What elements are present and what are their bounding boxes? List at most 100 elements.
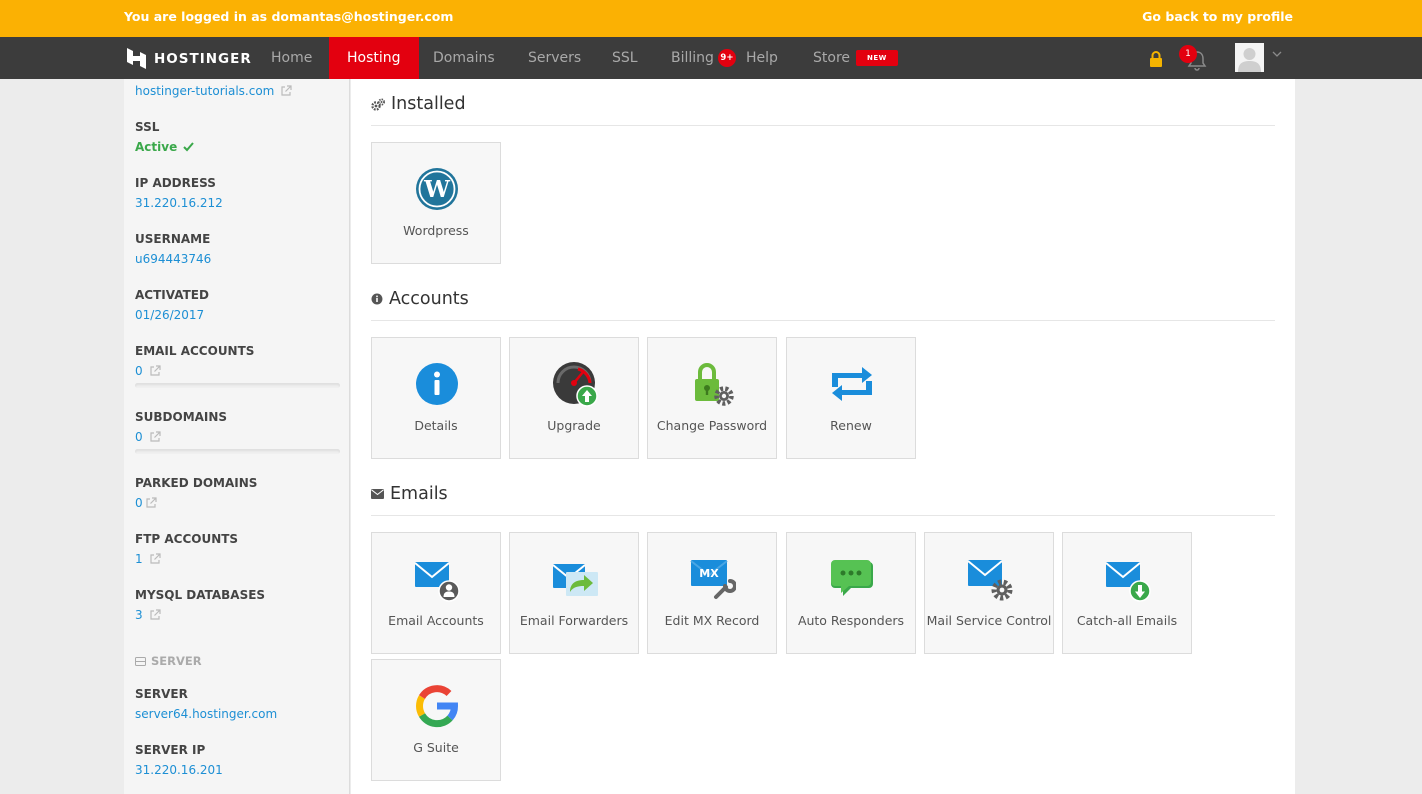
activated-value: 01/26/2017 [135, 308, 205, 322]
email-gear-icon [967, 560, 1013, 601]
email-usage-bar [135, 383, 340, 388]
billing-badge: 9+ [717, 49, 736, 67]
chevron-down-icon[interactable] [1272, 51, 1282, 58]
wordpress-label: Wordpress [403, 223, 469, 238]
nav-store-label: Store [813, 50, 851, 66]
email-accounts-link[interactable]: 0 [135, 363, 254, 379]
external-link-icon [281, 85, 292, 96]
checkmark-icon [183, 142, 194, 152]
logged-in-message: You are logged in as domantas@hostinger.… [124, 9, 454, 24]
g-suite-label: G Suite [413, 740, 459, 755]
server-label: SERVER [135, 687, 188, 701]
avatar[interactable] [1235, 43, 1264, 72]
mail-service-control-tile[interactable]: Mail Service Control [924, 532, 1054, 654]
ftp-accounts-link[interactable]: 1 [135, 551, 238, 567]
details-tile[interactable]: Details [371, 337, 501, 459]
nav-servers[interactable]: Servers [528, 37, 581, 79]
change-password-label: Change Password [656, 418, 768, 433]
mysql-databases-link[interactable]: 3 [135, 607, 265, 623]
parked-domains-link[interactable]: 0 [135, 495, 257, 511]
ssl-status-text: Active [135, 140, 178, 154]
nav-hosting[interactable]: Hosting [329, 37, 419, 85]
g-suite-tile[interactable]: G Suite [371, 659, 501, 781]
email-user-icon [414, 562, 460, 602]
hostinger-logo[interactable]: HOSTINGER [127, 48, 252, 69]
user-avatar-icon [1235, 43, 1264, 72]
parked-domains-count: 0 [135, 496, 143, 510]
back-to-profile-link[interactable]: Go back to my profile [1142, 9, 1293, 24]
server-value: server64.hostinger.com [135, 707, 278, 721]
envelope-icon [371, 489, 384, 499]
external-link-icon [150, 431, 161, 442]
ip-address-value: 31.220.16.212 [135, 196, 223, 210]
speedometer-upgrade-icon [553, 362, 598, 407]
info-circle-icon [371, 293, 383, 305]
svg-text:W: W [423, 176, 451, 203]
edit-mx-record-tile[interactable]: MX Edit MX Record [647, 532, 777, 654]
wordpress-icon: W [416, 168, 458, 210]
mysql-databases-count: 3 [135, 608, 143, 622]
accounts-title: Accounts [389, 289, 469, 309]
ssl-status: Active [135, 139, 194, 155]
subdomains-count: 0 [135, 430, 143, 444]
email-accounts-tile-label: Email Accounts [388, 613, 484, 628]
mysql-databases-label: MYSQL DATABASES [135, 588, 266, 602]
nav-domains[interactable]: Domains [433, 37, 495, 79]
info-icon [416, 363, 458, 405]
emails-section-header: Emails [371, 473, 1275, 516]
server-ip-value: 31.220.16.201 [135, 763, 223, 777]
mx-wrench-icon: MX [690, 560, 736, 599]
wordpress-tile[interactable]: W Wordpress [371, 142, 501, 264]
email-accounts-count: 0 [135, 364, 143, 378]
nav-store[interactable]: Store NEW [813, 37, 898, 79]
hosting-info-sidebar: hostinger-tutorials.com SSL Active IP AD… [124, 79, 350, 794]
padlock-gear-icon [695, 363, 734, 406]
change-password-tile[interactable]: Change Password [647, 337, 777, 459]
lock-icon[interactable] [1149, 51, 1163, 67]
ftp-accounts-count: 1 [135, 552, 143, 566]
impersonation-banner: You are logged in as domantas@hostinger.… [0, 0, 1422, 37]
google-g-icon [416, 685, 458, 728]
auto-responders-tile[interactable]: Auto Responders [786, 532, 916, 654]
gears-icon [371, 98, 385, 111]
notification-count-badge: 1 [1179, 45, 1197, 63]
email-accounts-label: EMAIL ACCOUNTS [135, 344, 255, 358]
server-ip-label: SERVER IP [135, 743, 206, 757]
nav-help[interactable]: Help [746, 37, 778, 79]
external-link-icon [150, 553, 161, 564]
nav-ssl[interactable]: SSL [612, 37, 638, 79]
main-content: Installed W Wordpress Accounts Details U… [351, 79, 1295, 794]
hostinger-logo-icon [127, 48, 146, 69]
nav-billing-label: Billing [671, 50, 714, 66]
renew-tile[interactable]: Renew [786, 337, 916, 459]
subdomains-link[interactable]: 0 [135, 429, 227, 445]
nav-billing[interactable]: Billing 9+ [671, 37, 736, 79]
chat-bubble-icon [831, 560, 873, 596]
catch-all-emails-label: Catch-all Emails [1076, 613, 1178, 628]
accounts-section-header: Accounts [371, 278, 1275, 321]
mx-badge-text: MX [699, 567, 719, 580]
username-value: u694443746 [135, 252, 212, 266]
ip-address-label: IP ADDRESS [135, 176, 216, 190]
email-forward-icon [552, 564, 598, 596]
top-navigation: HOSTINGER Home Hosting Domains Servers S… [0, 37, 1422, 85]
upgrade-tile[interactable]: Upgrade [509, 337, 639, 459]
parked-domains-label: PARKED DOMAINS [135, 476, 258, 490]
external-link-icon [146, 497, 157, 508]
details-label: Details [414, 418, 458, 433]
email-download-icon [1105, 562, 1151, 602]
domain-link[interactable]: hostinger-tutorials.com [135, 83, 292, 99]
auto-responders-label: Auto Responders [797, 613, 905, 628]
catch-all-emails-tile[interactable]: Catch-all Emails [1062, 532, 1192, 654]
nav-home[interactable]: Home [271, 37, 312, 79]
server-icon [135, 656, 146, 666]
store-new-badge: NEW [856, 50, 898, 66]
edit-mx-record-label: Edit MX Record [664, 613, 760, 628]
email-accounts-tile[interactable]: Email Accounts [371, 532, 501, 654]
upgrade-label: Upgrade [547, 418, 601, 433]
ssl-label: SSL [135, 120, 160, 134]
external-link-icon [150, 609, 161, 620]
subdomains-label: SUBDOMAINS [135, 410, 228, 424]
installed-section-header: Installed [371, 83, 1275, 126]
email-forwarders-tile[interactable]: Email Forwarders [509, 532, 639, 654]
